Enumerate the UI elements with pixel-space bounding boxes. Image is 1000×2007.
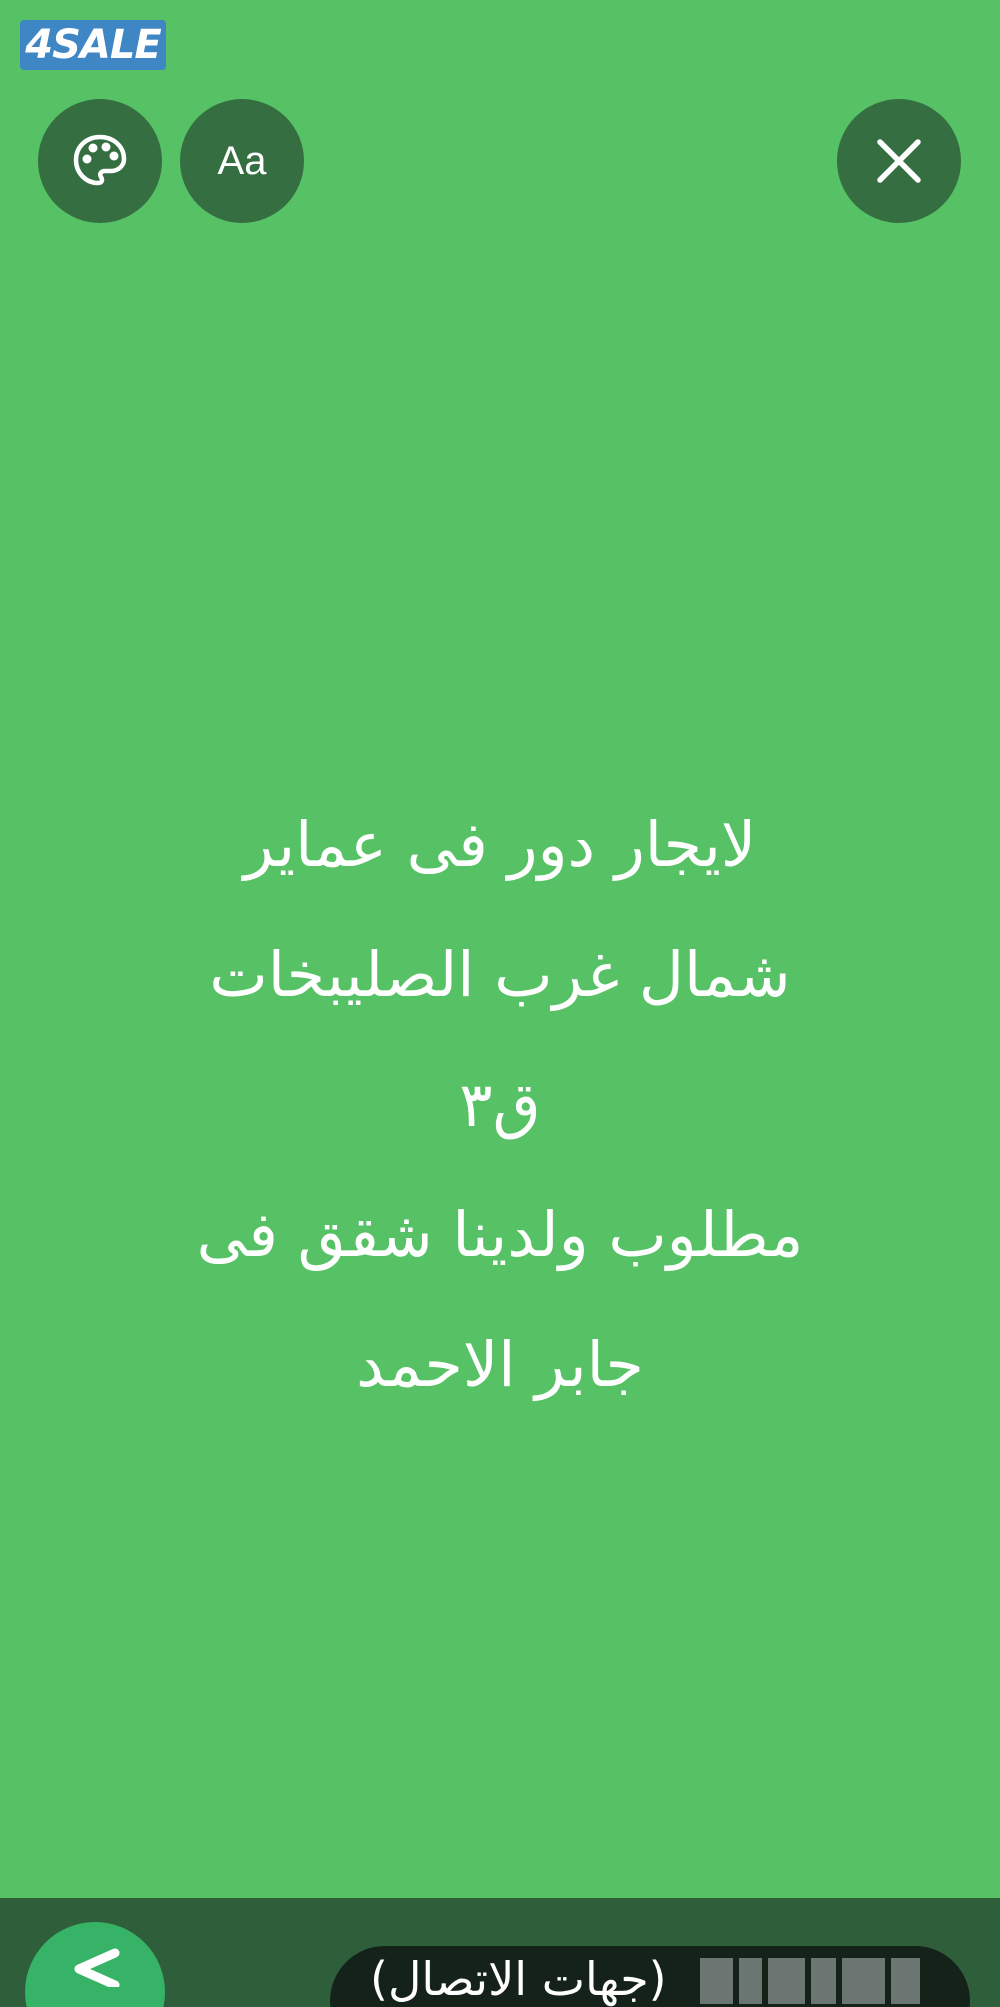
share-arrow-icon [74, 1948, 120, 1987]
story-line-5: جابر الاحمد [356, 1328, 644, 1401]
story-text: لايجار دور فى عماير شمال غرب الصليبخات ق… [60, 780, 940, 1430]
close-button[interactable] [837, 99, 961, 223]
contact-label: (جهات الاتصال) [370, 1952, 667, 2006]
brand-watermark-logo: 4SALE [20, 20, 166, 70]
pixelated-phone-number [700, 1958, 920, 2007]
font-style-button[interactable]: Aa [180, 99, 304, 223]
story-line-3: ق٣ [459, 1068, 541, 1141]
close-icon [877, 139, 921, 183]
palette-icon [73, 134, 127, 186]
palette-button[interactable] [38, 99, 162, 223]
contact-pill[interactable]: (جهات الاتصال) [330, 1946, 970, 2007]
story-line-4: مطلوب ولدينا شقق فى [196, 1198, 804, 1271]
story-line-1: لايجار دور فى عماير [243, 808, 757, 881]
font-button-label: Aa [217, 138, 267, 183]
story-line-2: شمال غرب الصليبخات [209, 938, 791, 1011]
